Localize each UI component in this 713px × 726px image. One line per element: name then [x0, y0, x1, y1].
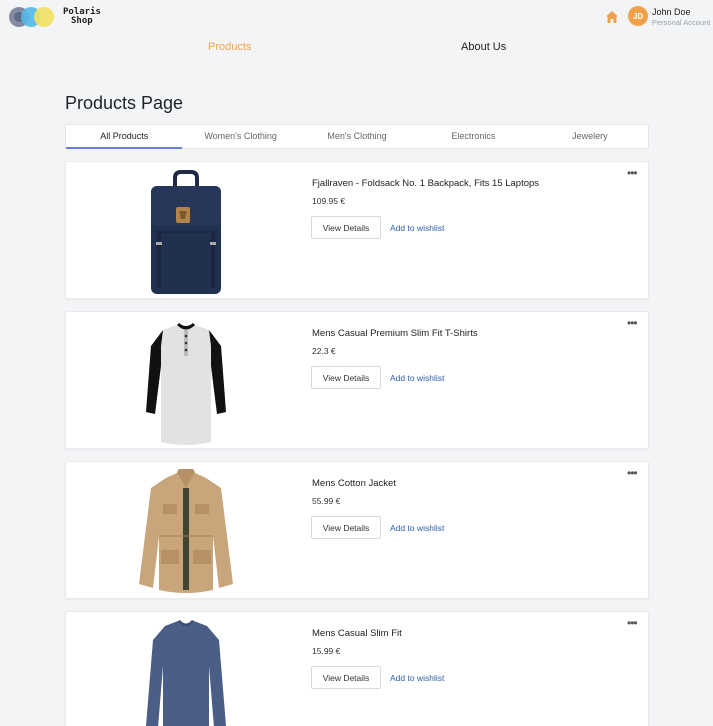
- tab-electronics[interactable]: Electronics: [415, 125, 531, 148]
- home-icon[interactable]: [605, 10, 619, 24]
- add-to-wishlist-link[interactable]: Add to wishlist: [390, 223, 444, 233]
- tab-jewelery[interactable]: Jewelery: [532, 125, 648, 148]
- more-options-icon[interactable]: •••: [627, 616, 638, 630]
- page-title: Products Page: [65, 93, 184, 113]
- tab-womens-clothing[interactable]: Women's Clothing: [182, 125, 298, 148]
- logo-circles-icon: [9, 6, 65, 28]
- brand-name-line2: Shop: [71, 16, 93, 26]
- add-to-wishlist-link[interactable]: Add to wishlist: [390, 523, 444, 533]
- product-price: 55.99 €: [312, 496, 341, 506]
- product-name[interactable]: Mens Casual Slim Fit: [312, 628, 402, 639]
- longsleeve-image[interactable]: [121, 616, 251, 726]
- product-card: Mens Cotton Jacket 55.99 € View Details …: [65, 461, 649, 599]
- product-price: 22.3 €: [312, 346, 336, 356]
- brand-logo[interactable]: Polaris Shop: [9, 6, 119, 28]
- product-card: Mens Casual Slim Fit 15.99 € View Detail…: [65, 611, 649, 726]
- product-name[interactable]: Mens Cotton Jacket: [312, 478, 396, 489]
- jacket-image[interactable]: [121, 466, 251, 596]
- add-to-wishlist-link[interactable]: Add to wishlist: [390, 373, 444, 383]
- user-name[interactable]: John Doe: [652, 7, 691, 17]
- tab-mens-clothing[interactable]: Men's Clothing: [299, 125, 415, 148]
- backpack-image[interactable]: [121, 166, 251, 296]
- view-details-button[interactable]: View Details: [311, 216, 381, 239]
- view-details-button[interactable]: View Details: [311, 516, 381, 539]
- category-tabs: All Products Women's Clothing Men's Clot…: [65, 124, 649, 149]
- nav-products-link[interactable]: Products: [208, 41, 251, 53]
- add-to-wishlist-link[interactable]: Add to wishlist: [390, 673, 444, 683]
- product-price: 109.95 €: [312, 196, 346, 206]
- tshirt-image[interactable]: [121, 316, 251, 446]
- product-name[interactable]: Fjallraven - Foldsack No. 1 Backpack, Fi…: [312, 178, 539, 189]
- product-name[interactable]: Mens Casual Premium Slim Fit T-Shirts: [312, 328, 478, 339]
- view-details-button[interactable]: View Details: [311, 666, 381, 689]
- nav-about-link[interactable]: About Us: [461, 41, 506, 53]
- product-card: Fjallraven - Foldsack No. 1 Backpack, Fi…: [65, 161, 649, 299]
- product-card: Mens Casual Premium Slim Fit T-Shirts 22…: [65, 311, 649, 449]
- user-account-label: Personal Account: [652, 18, 711, 27]
- avatar[interactable]: JD: [628, 6, 648, 26]
- more-options-icon[interactable]: •••: [627, 466, 638, 480]
- more-options-icon[interactable]: •••: [627, 166, 638, 180]
- product-price: 15.99 €: [312, 646, 341, 656]
- view-details-button[interactable]: View Details: [311, 366, 381, 389]
- tab-all-products[interactable]: All Products: [66, 125, 183, 149]
- more-options-icon[interactable]: •••: [627, 316, 638, 330]
